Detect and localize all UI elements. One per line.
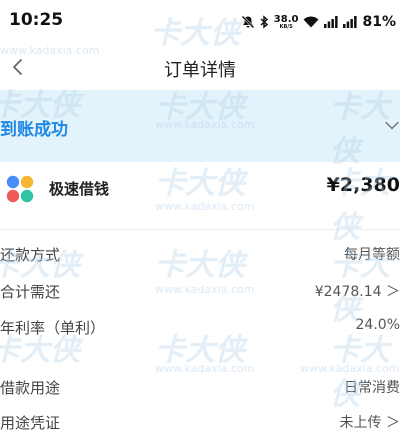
detail-label: 借款用途 [0, 379, 61, 397]
status-time: 10:25 [9, 10, 64, 30]
detail-row-total-repay[interactable]: 合计需还 ¥2478.14 ＞ [0, 273, 400, 309]
wifi-icon [303, 16, 319, 28]
detail-value: 日常消费 [344, 380, 400, 396]
detail-row-purpose-proof[interactable]: 用途凭证 未上传 ＞ [0, 404, 400, 440]
status-bar: 10:25 38.0 KB/S 81% [0, 0, 400, 44]
product-name: 极速借钱 [49, 180, 110, 198]
status-icons: 38.0 KB/S 81% [241, 12, 396, 32]
network-speed: 38.0 KB/S [273, 13, 299, 30]
detail-value: ¥2478.14 ＞ [314, 284, 400, 300]
detail-value: 24.0% [355, 317, 400, 333]
status-banner[interactable]: 到账成功 [0, 90, 400, 162]
detail-row-loan-purpose: 借款用途 日常消费 [0, 369, 400, 405]
detail-row-repayment-method: 还款方式 每月等额 [0, 236, 400, 272]
detail-label: 还款方式 [0, 246, 61, 264]
detail-label: 年利率（单利） [0, 319, 106, 337]
signal-icon [324, 16, 339, 28]
detail-value: 未上传 ＞ [339, 415, 400, 431]
signal-icon-2 [343, 16, 358, 28]
chevron-down-icon [385, 121, 399, 130]
detail-label: 用途凭证 [0, 414, 61, 432]
page-title: 订单详情 [164, 60, 236, 81]
divider [0, 229, 400, 230]
loan-amount: ¥2,380 [326, 174, 400, 196]
bluetooth-icon [260, 15, 269, 29]
order-status: 到账成功 [0, 120, 68, 140]
nav-bar: 订单详情 [0, 44, 400, 90]
product-logo-icon [6, 175, 34, 203]
detail-label: 合计需还 [0, 283, 61, 301]
detail-row-annual-rate: 年利率（单利） 24.0% [0, 309, 400, 345]
mute-icon [241, 15, 255, 29]
product-row: 极速借钱 ¥2,380 [0, 162, 400, 230]
battery-level: 81% [362, 14, 396, 30]
detail-value: 每月等额 [344, 247, 400, 263]
